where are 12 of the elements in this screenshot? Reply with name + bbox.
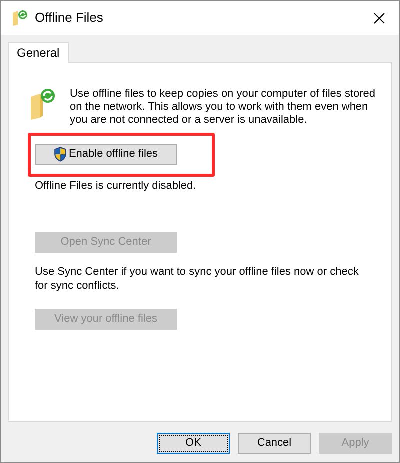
enable-offline-files-button[interactable]: Enable offline files bbox=[35, 144, 177, 165]
tab[interactable]: General bbox=[8, 42, 69, 63]
folder-sync-icon bbox=[29, 88, 57, 120]
status-text: Offline Files is currently disabled. bbox=[34, 179, 198, 194]
shield-icon bbox=[54, 147, 67, 162]
dialog-button[interactable]: Cancel bbox=[238, 433, 311, 454]
sync-note-text: Use Sync Center if you want to sync your offline files now or check for sync conflicts. bbox=[34, 264, 360, 292]
description-text: Use offline files to keep copies on your computer of files stored on the network. This allows you to work with them even when you are not connected or a server is unavailable. bbox=[70, 88, 377, 127]
dialog-button[interactable]: OK bbox=[157, 433, 230, 454]
folder-sync-icon bbox=[11, 9, 29, 27]
close-icon[interactable] bbox=[374, 12, 385, 24]
window-title: Offline Files bbox=[35, 9, 104, 28]
